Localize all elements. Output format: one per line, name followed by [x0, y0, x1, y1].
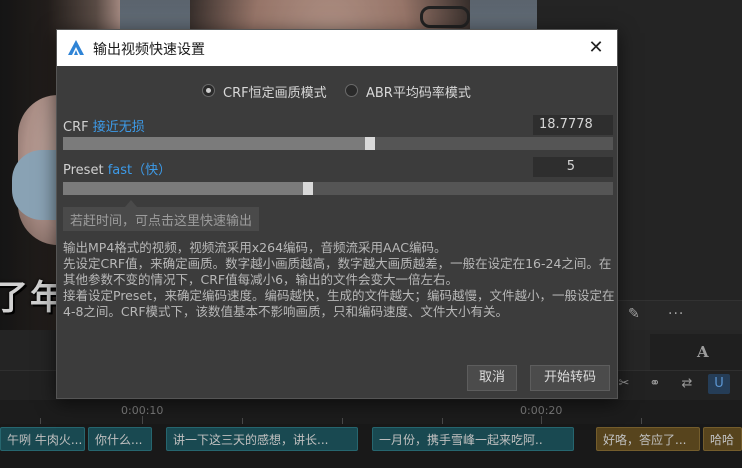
preset-slider[interactable] [63, 182, 613, 195]
crf-label-row: CRF 接近无损 [63, 116, 145, 135]
crf-mode-radio[interactable] [202, 84, 215, 97]
export-settings-dialog: 输出视频快速设置 ✕ CRF恒定画质模式 ABR平均码率模式 CRF 接近无损 … [56, 29, 618, 399]
preset-label-row: Preset fast（快） [63, 159, 171, 178]
description-line: 先设定CRF值，来确定画质。数字越小画质越高，数字越大画质越差，一般在设定在16… [63, 256, 612, 287]
description-text: 输出MP4格式的视频，视频流采用x264编码，音频流采用AAC编码。 先设定CR… [63, 240, 615, 320]
crf-label: CRF [63, 120, 89, 135]
description-line: 输出MP4格式的视频，视频流采用x264编码，音频流采用AAC编码。 [63, 240, 447, 255]
crf-value-input[interactable]: 18.7778 [533, 115, 613, 135]
app-logo-icon [68, 40, 84, 55]
preset-label: Preset [63, 163, 104, 178]
quick-export-hint[interactable]: 若赶时间，可点击这里快速输出 [63, 200, 260, 231]
cancel-button[interactable]: 取消 [467, 365, 517, 391]
description-line: 接着设定Preset，来确定编码速度。编码越快，生成的文件越大；编码越慢，文件越… [63, 288, 615, 319]
preset-speed-text: fast（快） [107, 163, 172, 178]
crf-slider[interactable] [63, 137, 613, 150]
dialog-title: 输出视频快速设置 [93, 42, 205, 58]
abr-mode-label[interactable]: ABR平均码率模式 [366, 82, 471, 101]
preset-slider-handle[interactable] [303, 182, 313, 195]
dialog-titlebar[interactable]: 输出视频快速设置 ✕ [57, 30, 617, 66]
crf-mode-label[interactable]: CRF恒定画质模式 [223, 82, 327, 101]
crf-slider-fill [63, 137, 365, 150]
video-editor-window: 了年 ✎ ··· A ✂ ⚭ ⇄ U 0:00:10 0:00:20 午咧 牛肉… [0, 0, 742, 468]
close-button[interactable]: ✕ [583, 36, 609, 60]
mode-selector: CRF恒定画质模式 ABR平均码率模式 [57, 80, 617, 102]
preset-value-input[interactable]: 5 [533, 157, 613, 177]
crf-quality-text: 接近无损 [92, 120, 145, 135]
preset-slider-fill [63, 182, 303, 195]
abr-mode-radio[interactable] [345, 84, 358, 97]
start-transcode-button[interactable]: 开始转码 [530, 365, 610, 391]
crf-slider-handle[interactable] [365, 137, 375, 150]
